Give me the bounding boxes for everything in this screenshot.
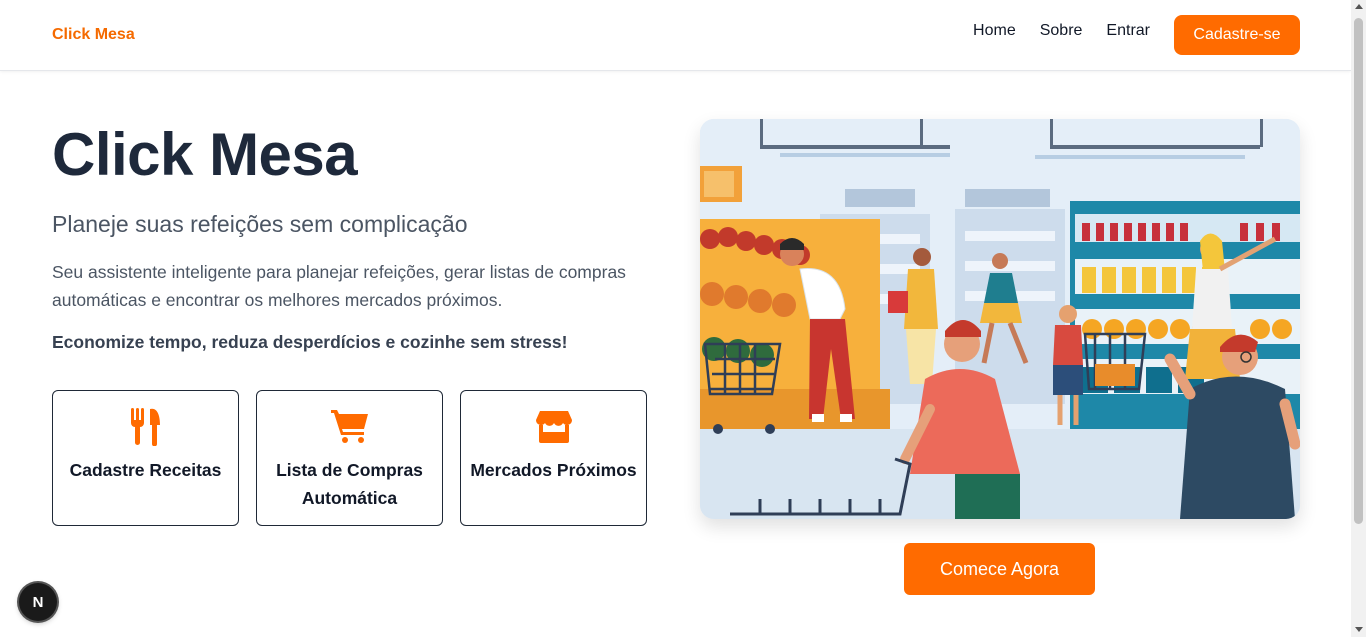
feature-card-label: Cadastre Receitas [69,460,222,480]
brand-logo[interactable]: Click Mesa [52,26,135,44]
feature-card-shopping-list[interactable]: Lista de Compras Automática [256,390,443,526]
hero-subtitle: Planeje suas refeições sem complicação [52,211,468,237]
hero-title: Click Mesa [52,121,358,188]
nav-about-link[interactable]: Sobre [1040,19,1083,43]
hero-highlight: Economize tempo, reduza desperdícios e c… [52,332,568,352]
nav-home-link[interactable]: Home [973,19,1016,43]
store-icon [535,406,572,446]
scrollbar-thumb[interactable] [1354,18,1363,524]
signup-button[interactable]: Cadastre-se [1174,15,1300,55]
feature-card-markets[interactable]: Mercados Próximos [460,390,647,526]
nav-login-link[interactable]: Entrar [1106,19,1150,43]
scroll-down-arrow-icon[interactable] [1355,627,1363,632]
supermarket-illustration [700,119,1300,519]
feature-card-recipes[interactable]: Cadastre Receitas [52,390,239,526]
feature-card-label: Mercados Próximos [470,460,637,480]
main-nav: Home Sobre Entrar Cadastre-se [949,15,1300,55]
get-started-button[interactable]: Comece Agora [904,543,1095,595]
scroll-up-arrow-icon[interactable] [1355,4,1363,9]
vertical-scrollbar[interactable] [1351,0,1366,637]
shopping-cart-icon [330,406,369,446]
framework-badge[interactable]: N [19,583,57,621]
hero-description: Seu assistente inteligente para planejar… [52,262,626,310]
page: Click Mesa Home Sobre Entrar Cadastre-se… [0,0,1351,637]
site-header: Click Mesa Home Sobre Entrar Cadastre-se [0,0,1351,71]
feature-card-label: Lista de Compras Automática [276,460,423,508]
feature-cards: Cadastre Receitas Lista de Compras Autom… [52,390,647,526]
utensils-icon [130,406,162,446]
